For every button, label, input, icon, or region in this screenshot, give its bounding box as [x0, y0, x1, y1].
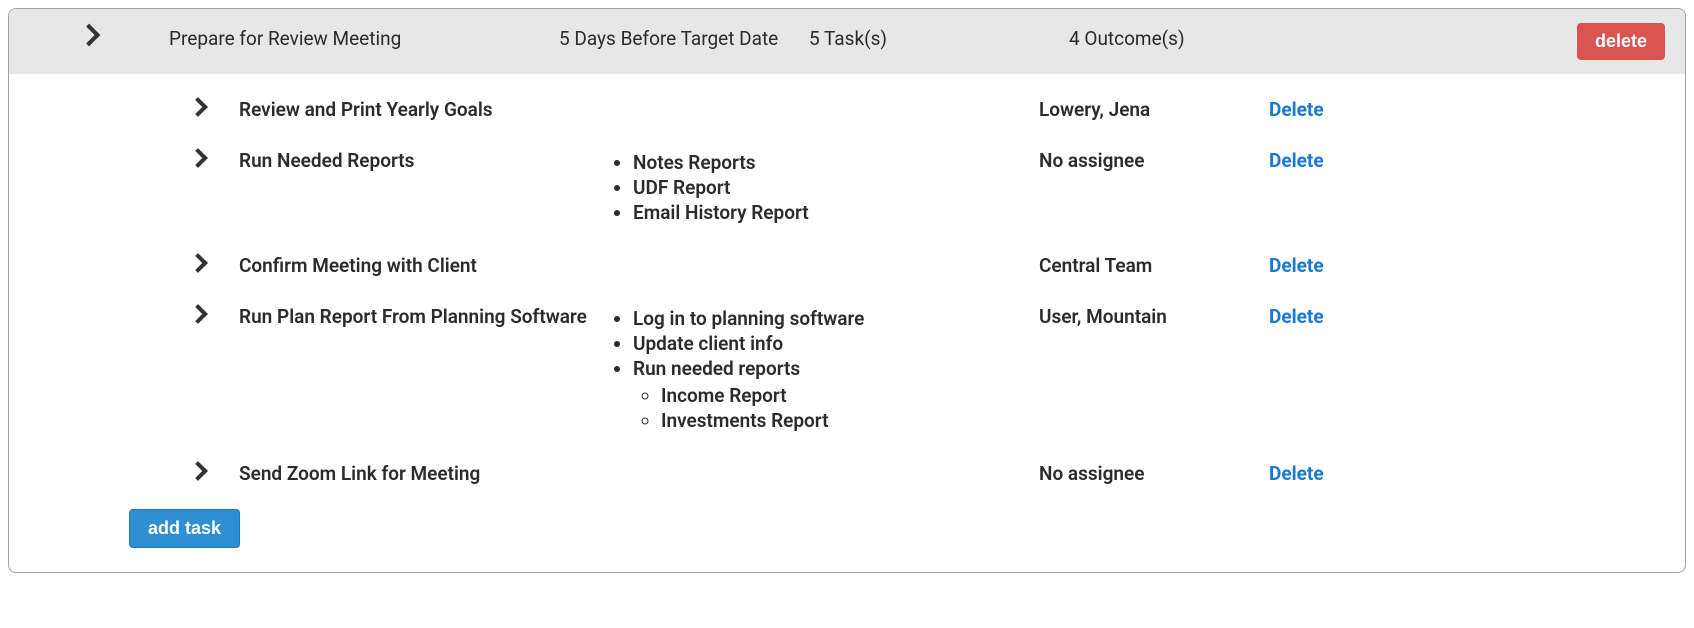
task-row: Run Needed Reports Notes Reports UDF Rep…	[9, 135, 1685, 240]
workflow-title: Prepare for Review Meeting	[169, 23, 559, 50]
task-assignee: Lowery, Jena	[1039, 98, 1269, 121]
task-step: Notes Reports	[633, 151, 1039, 174]
task-assignee: Central Team	[1039, 254, 1269, 277]
task-row: Review and Print Yearly Goals Lowery, Je…	[9, 84, 1685, 135]
chevron-right-icon[interactable]	[188, 304, 208, 324]
workflow-panel: Prepare for Review Meeting 5 Days Before…	[8, 8, 1686, 573]
add-task-button[interactable]: add task	[129, 509, 240, 548]
task-steps: Notes Reports UDF Report Email History R…	[609, 149, 1039, 226]
task-step: Log in to planning software	[633, 307, 1039, 330]
task-step: Email History Report	[633, 201, 1039, 224]
task-step-label: Run needed reports	[633, 357, 800, 380]
chevron-right-icon[interactable]	[78, 24, 101, 47]
chevron-right-icon[interactable]	[188, 253, 208, 273]
task-row: Send Zoom Link for Meeting No assignee D…	[9, 448, 1685, 499]
delete-task-link[interactable]: Delete	[1269, 462, 1324, 485]
task-list: Review and Print Yearly Goals Lowery, Je…	[9, 74, 1685, 499]
workflow-task-count: 5 Task(s)	[809, 23, 1069, 50]
task-substep: Investments Report	[661, 409, 1039, 432]
task-step: UDF Report	[633, 176, 1039, 199]
task-steps: Log in to planning software Update clien…	[609, 305, 1039, 434]
chevron-right-icon[interactable]	[188, 461, 208, 481]
task-row: Confirm Meeting with Client Central Team…	[9, 240, 1685, 291]
task-name: Run Plan Report From Planning Software	[239, 305, 609, 328]
task-name: Review and Print Yearly Goals	[239, 98, 609, 121]
workflow-footer: add task	[9, 499, 1685, 572]
workflow-outcome-count: 4 Outcome(s)	[1069, 23, 1525, 50]
task-name: Confirm Meeting with Client	[239, 254, 609, 277]
task-name: Send Zoom Link for Meeting	[239, 462, 609, 485]
task-row: Run Plan Report From Planning Software L…	[9, 291, 1685, 448]
delete-task-link[interactable]: Delete	[1269, 149, 1324, 172]
task-name: Run Needed Reports	[239, 149, 609, 172]
task-step: Run needed reports Income Report Investm…	[633, 357, 1039, 432]
delete-task-link[interactable]: Delete	[1269, 254, 1324, 277]
task-step: Update client info	[633, 332, 1039, 355]
delete-task-link[interactable]: Delete	[1269, 98, 1324, 121]
task-assignee: No assignee	[1039, 462, 1269, 485]
workflow-due: 5 Days Before Target Date	[559, 23, 809, 50]
chevron-right-icon[interactable]	[188, 97, 208, 117]
delete-task-link[interactable]: Delete	[1269, 305, 1324, 328]
delete-workflow-button[interactable]: delete	[1577, 23, 1665, 60]
chevron-right-icon[interactable]	[188, 148, 208, 168]
task-substep: Income Report	[661, 384, 1039, 407]
task-assignee: User, Mountain	[1039, 305, 1269, 328]
task-assignee: No assignee	[1039, 149, 1269, 172]
workflow-header-row: Prepare for Review Meeting 5 Days Before…	[9, 9, 1685, 74]
